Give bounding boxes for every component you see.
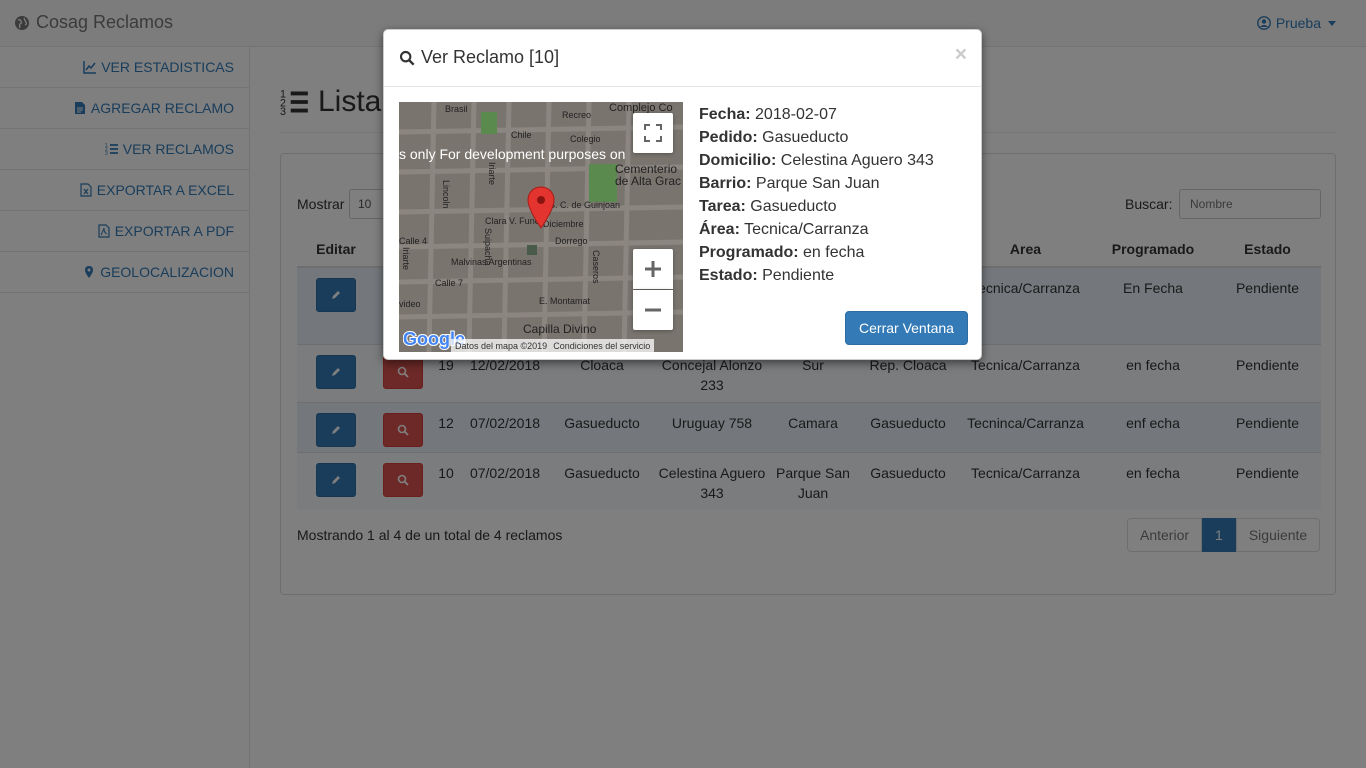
detail-value: en fecha [803,244,865,261]
detail-value: Gasueducto [762,129,849,146]
detail-area: Área: Tecnica/Carranza [699,218,934,241]
map-view[interactable]: Brasil Complejo Co Recreo Chile Colegio … [399,102,683,352]
map-label: video [399,299,421,309]
zoom-in-button[interactable] [633,249,673,289]
detail-value: Gasueducto [750,198,837,215]
map-label: Iriarte [401,247,411,271]
map-label: Caseros [591,250,601,284]
reclamo-details: Fecha: 2018-02-07 Pedido: Gasueducto Dom… [699,103,934,287]
fullscreen-button[interactable] [633,113,673,153]
detail-value: Celestina Aguero 343 [780,152,934,169]
detail-label: Programado: [699,244,799,261]
map-label: S. C. de Guinjoan [549,200,621,210]
detail-label: Barrio: [699,175,752,192]
map-label: Colegio [570,134,601,144]
map-data-attribution: Datos del mapa ©2019 [455,340,548,351]
map-label: de Alta Grac [615,174,682,188]
map-label: Capilla Divino [523,322,597,336]
map-label: Iriarte [487,162,497,186]
modal-title: Ver Reclamo [10] [399,47,559,68]
detail-domicilio: Domicilio: Celestina Aguero 343 [699,149,934,172]
zoom-out-button[interactable] [633,290,673,330]
map-label: Suipacha [483,228,493,266]
map-marker-icon [527,186,555,229]
detail-programado: Programado: en fecha [699,241,934,264]
modal-title-text: Ver Reclamo [10] [421,47,560,67]
detail-pedido: Pedido: Gasueducto [699,126,934,149]
detail-value: Pendiente [762,267,835,284]
detail-label: Estado: [699,267,758,284]
plus-icon [645,261,661,277]
search-icon [399,50,415,66]
minus-icon [645,308,661,312]
detail-label: Área: [699,221,740,238]
map-label: Chile [511,130,532,140]
detail-value: 2018-02-07 [755,106,837,123]
detail-label: Domicilio: [699,152,777,169]
map-terms-link[interactable]: Condiciones del servicio [553,341,650,351]
detail-tarea: Tarea: Gasueducto [699,195,934,218]
view-reclamo-modal: Ver Reclamo [10] × Brasil Complejo Co Re… [383,29,982,360]
close-window-button[interactable]: Cerrar Ventana [845,311,968,345]
fullscreen-icon [644,124,662,142]
detail-label: Pedido: [699,129,758,146]
map-footer: Datos del mapa ©2019 Condiciones del ser… [451,339,655,352]
map-label: E. Montamat [539,296,591,306]
detail-label: Tarea: [699,198,746,215]
detail-value: Parque San Juan [755,175,880,192]
detail-barrio: Barrio: Parque San Juan [699,172,934,195]
close-icon[interactable]: × [955,43,967,67]
map-label: Calle 7 [435,278,464,288]
detail-fecha: Fecha: 2018-02-07 [699,103,934,126]
detail-estado: Estado: Pendiente [699,264,934,287]
map-label: Recreo [562,110,592,120]
map-label: Brasil [445,104,468,114]
map-label: Calle 4 [399,236,428,246]
modal-header: Ver Reclamo [10] × [384,30,981,87]
detail-label: Fecha: [699,106,751,123]
map-label: Lincoln [441,180,451,209]
map-label: Dorrego [555,236,588,246]
detail-value: Tecnica/Carranza [744,221,869,238]
